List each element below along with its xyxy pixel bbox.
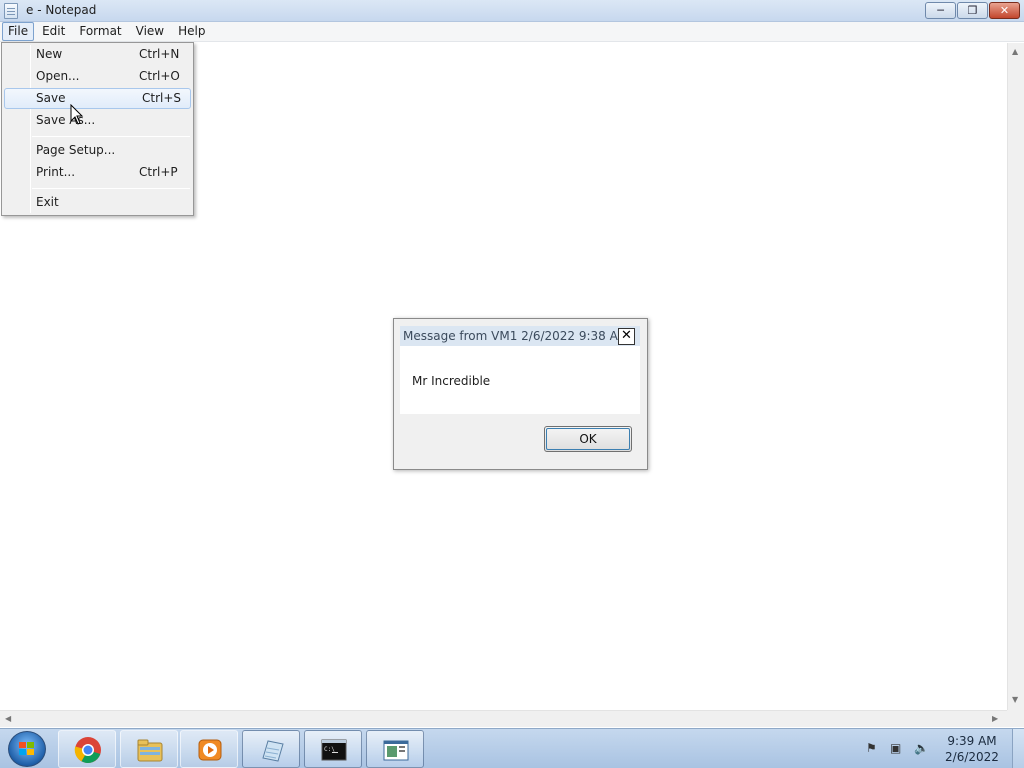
- menu-item-label: Print...: [36, 165, 76, 179]
- message-dialog: Message from VM1 2/6/2022 9:38 AM ✕ Mr I…: [393, 318, 648, 470]
- taskbar: C:\ ⚑ ▣ 🔈 9:39 AM 2/6/2022: [0, 728, 1024, 768]
- menu-item-exit[interactable]: Exit: [4, 192, 191, 213]
- clock-date: 2/6/2022: [945, 750, 999, 764]
- menu-item-shortcut: Ctrl+S: [142, 91, 182, 105]
- dialog-message: Mr Incredible: [412, 374, 491, 388]
- menu-item-label: Save: [36, 91, 66, 105]
- menu-item-label: Open...: [36, 69, 80, 83]
- mouse-cursor-icon: [70, 104, 84, 125]
- scroll-up-icon[interactable]: ▲: [1012, 47, 1018, 56]
- media-player-icon: [198, 739, 222, 761]
- menu-item-label: New: [36, 47, 63, 61]
- taskbar-chrome[interactable]: [58, 730, 116, 768]
- taskbar-explorer[interactable]: [120, 730, 178, 768]
- folder-icon: [137, 739, 163, 762]
- scrollbar-corner: [1007, 710, 1024, 727]
- scroll-down-icon[interactable]: ▼: [1012, 695, 1018, 704]
- dialog-body: Mr Incredible: [400, 346, 640, 414]
- menu-item-label: Page Setup...: [36, 143, 116, 157]
- taskbar-cmd[interactable]: C:\: [304, 730, 362, 768]
- action-center-flag-icon[interactable]: ⚑: [866, 741, 882, 757]
- scroll-right-icon[interactable]: ▶: [992, 714, 998, 723]
- menu-view[interactable]: View: [130, 22, 170, 41]
- menu-item-save[interactable]: Save Ctrl+S: [4, 88, 191, 109]
- menu-help[interactable]: Help: [172, 22, 211, 41]
- menu-format[interactable]: Format: [73, 22, 127, 41]
- title-bar[interactable]: e - Notepad ─ ❐ ✕: [0, 0, 1024, 22]
- menu-item-open[interactable]: Open... Ctrl+O: [4, 66, 191, 87]
- menu-item-save-as[interactable]: Save As...: [4, 110, 191, 131]
- horizontal-scrollbar[interactable]: ◀ ▶: [0, 710, 1007, 727]
- menu-item-shortcut: Ctrl+O: [139, 69, 180, 83]
- menu-file[interactable]: File: [2, 22, 35, 41]
- minimize-button[interactable]: ─: [925, 2, 956, 19]
- volume-icon[interactable]: 🔈: [914, 741, 930, 757]
- menu-item-shortcut: Ctrl+P: [139, 165, 178, 179]
- menu-bar: File Edit Format View Help: [0, 22, 1024, 42]
- vertical-scrollbar[interactable]: ▲ ▼: [1007, 43, 1024, 710]
- file-menu-dropdown: New Ctrl+N Open... Ctrl+O Save Ctrl+S Sa…: [1, 42, 194, 216]
- taskbar-clock[interactable]: 9:39 AM 2/6/2022: [944, 733, 1000, 765]
- svg-text:C:\: C:\: [324, 746, 335, 753]
- menu-separator: [32, 136, 190, 137]
- restore-button[interactable]: ❐: [957, 2, 988, 19]
- menu-item-label: Exit: [36, 195, 59, 209]
- system-tray: ⚑ ▣ 🔈: [864, 741, 934, 759]
- windows-logo-icon: [19, 742, 35, 756]
- clock-time: 9:39 AM: [947, 734, 997, 748]
- command-prompt-icon: C:\: [321, 739, 347, 761]
- taskbar-notepad[interactable]: [242, 730, 300, 768]
- chrome-icon: [74, 737, 101, 764]
- menu-item-label: Save As...: [36, 113, 96, 127]
- taskbar-app-window[interactable]: [366, 730, 424, 768]
- scroll-left-icon[interactable]: ◀: [5, 714, 11, 723]
- menu-separator: [32, 188, 190, 189]
- menu-edit[interactable]: Edit: [36, 22, 71, 41]
- menu-item-print[interactable]: Print... Ctrl+P: [4, 162, 191, 183]
- start-button[interactable]: [8, 731, 46, 767]
- window-app-icon: [383, 740, 409, 761]
- window-title: e - Notepad: [26, 3, 97, 17]
- menu-item-page-setup[interactable]: Page Setup...: [4, 140, 191, 161]
- dialog-title: Message from VM1 2/6/2022 9:38 AM: [403, 329, 629, 343]
- menu-item-new[interactable]: New Ctrl+N: [4, 44, 191, 65]
- notepad-icon: [262, 740, 284, 762]
- close-button[interactable]: ✕: [989, 2, 1020, 19]
- dialog-title-bar[interactable]: Message from VM1 2/6/2022 9:38 AM ✕: [400, 326, 640, 346]
- dialog-close-button[interactable]: ✕: [618, 328, 635, 345]
- notepad-app-icon[interactable]: [4, 3, 18, 19]
- show-desktop-button[interactable]: [1012, 729, 1024, 768]
- network-icon[interactable]: ▣: [890, 741, 906, 757]
- taskbar-media-player[interactable]: [180, 730, 238, 768]
- ok-button[interactable]: OK: [544, 426, 632, 452]
- menu-item-shortcut: Ctrl+N: [139, 47, 180, 61]
